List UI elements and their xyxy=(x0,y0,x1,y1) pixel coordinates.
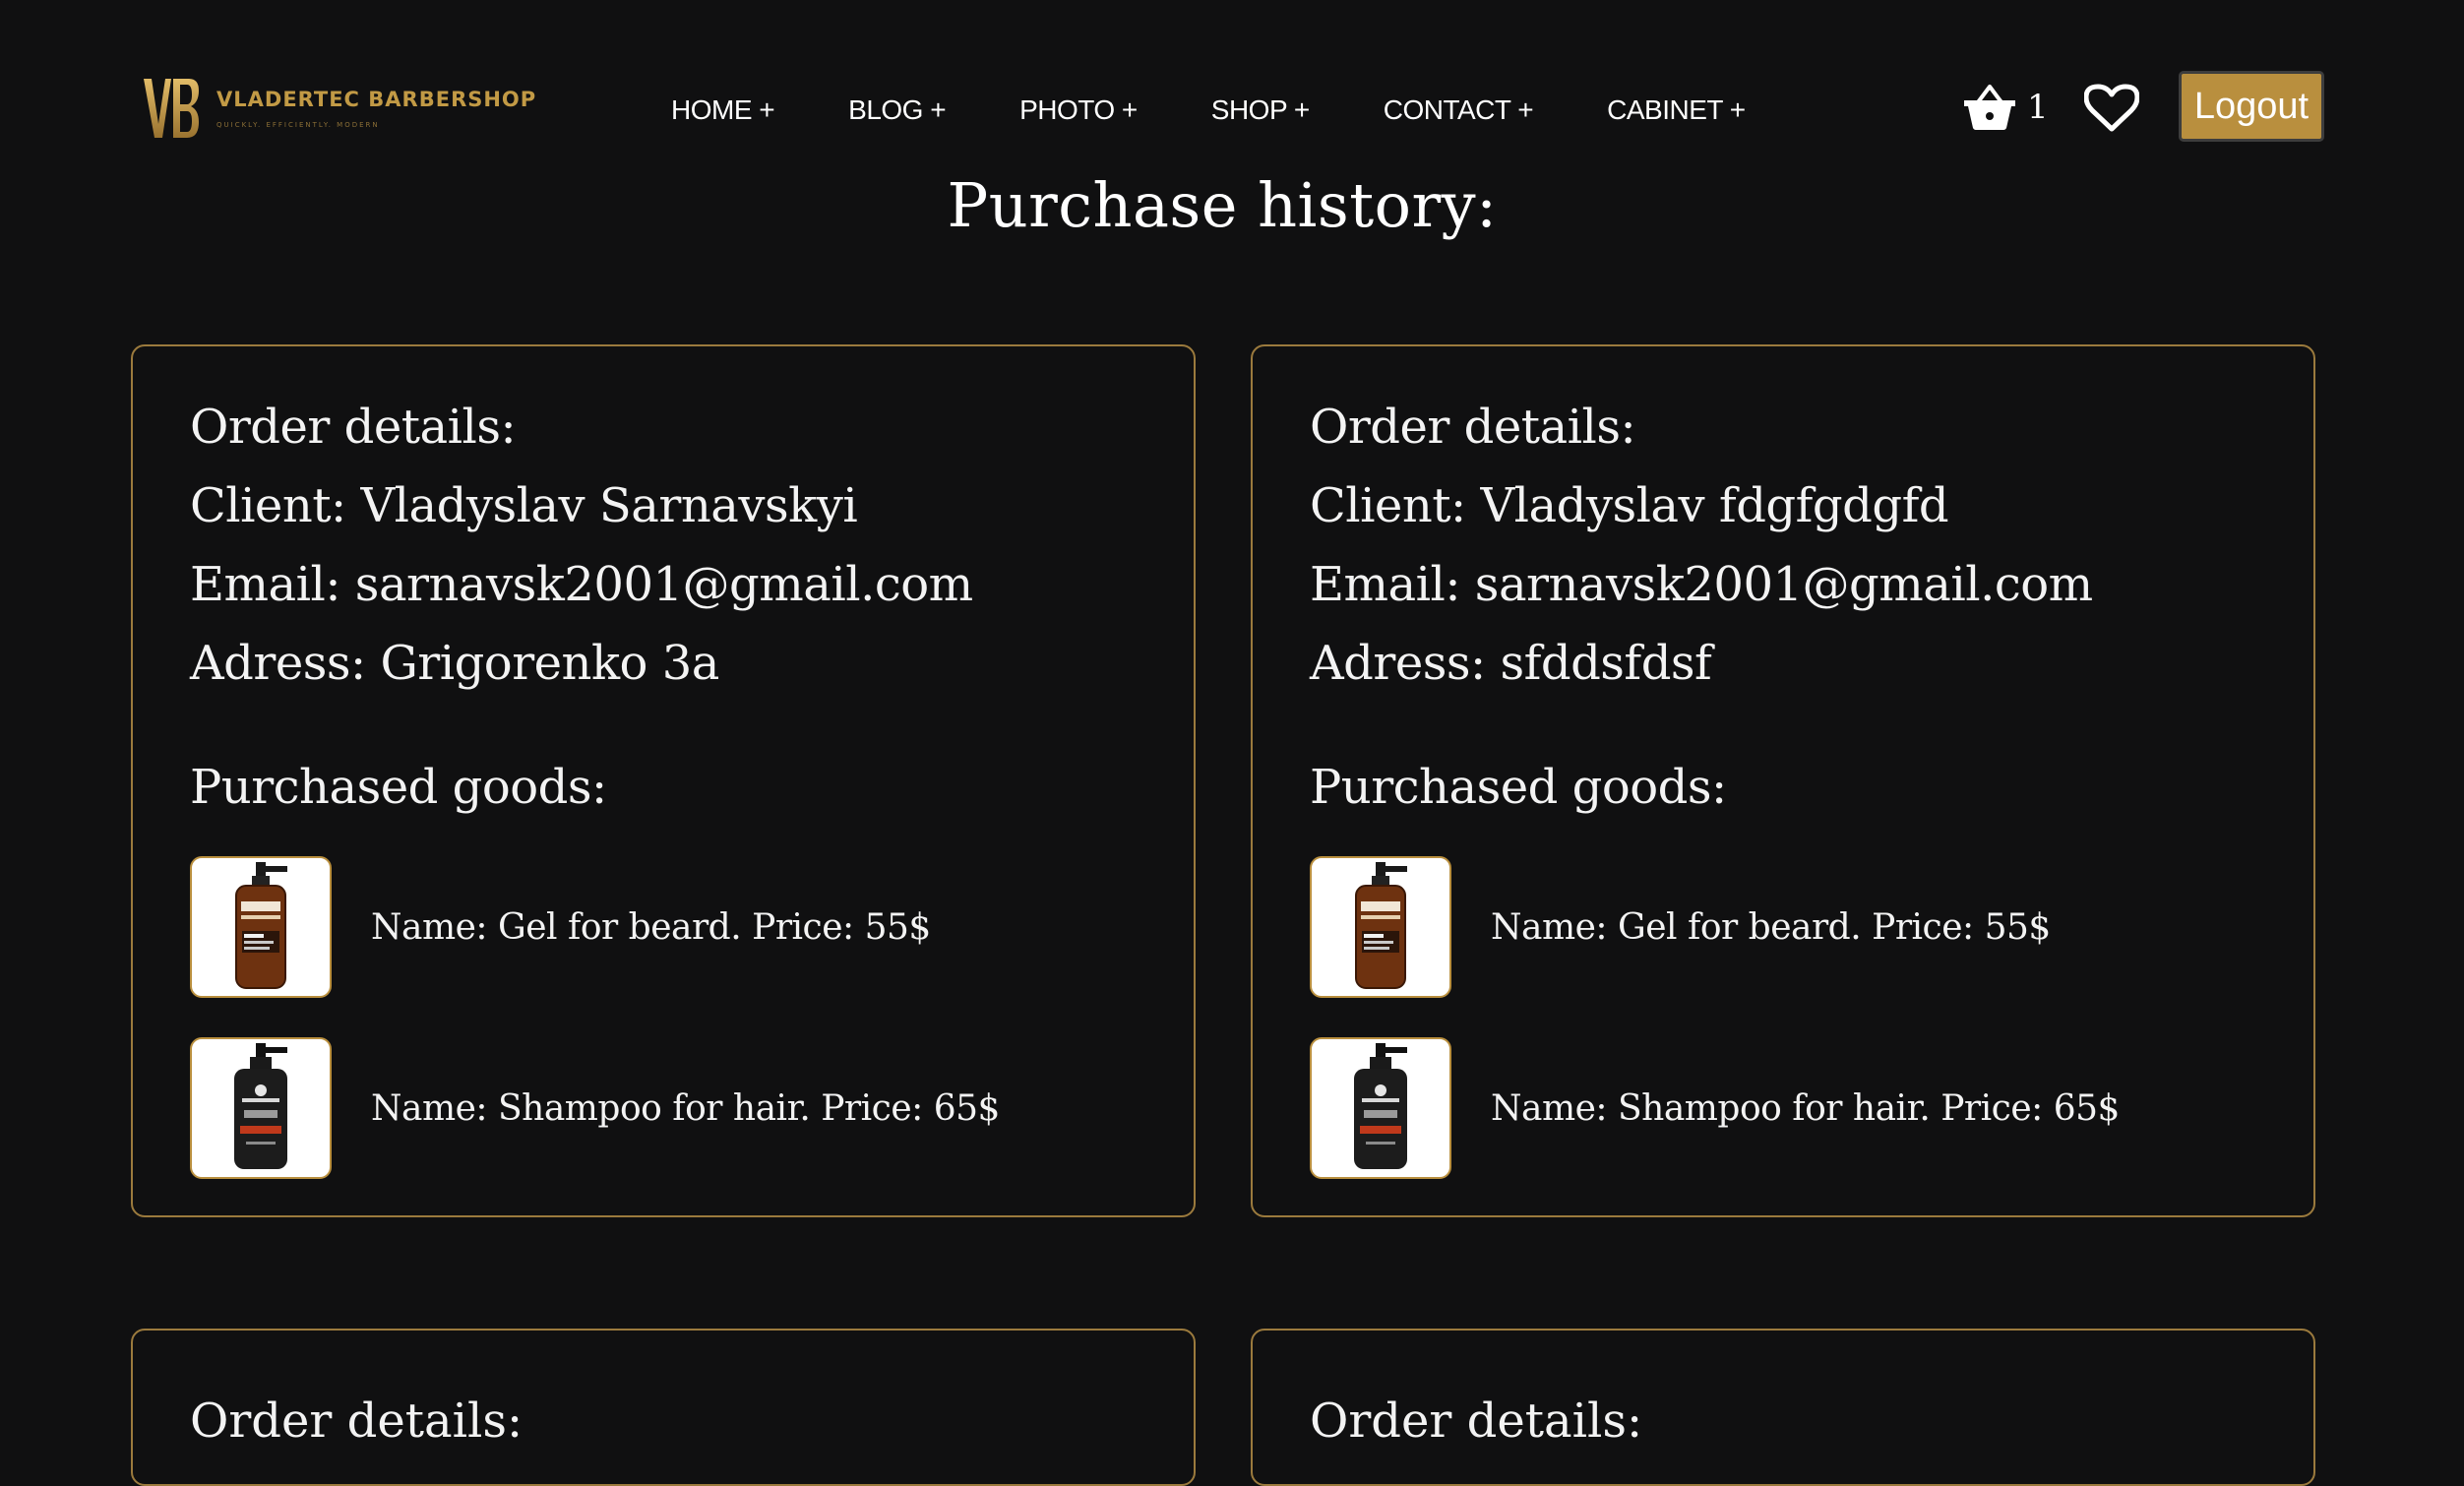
order-details-title: Order details: xyxy=(190,1393,524,1449)
order-details: Order details: Client: Vladyslav Sarnavs… xyxy=(190,388,973,703)
purchased-good-item: Name: Gel for beard. Price: 55$ xyxy=(190,856,1000,998)
brand-name: VLADERTEC BARBERSHOP xyxy=(216,88,537,111)
beard-gel-image[interactable] xyxy=(190,856,332,998)
purchased-good-item: Name: Shampoo for hair. Price: 65$ xyxy=(1310,1037,2120,1179)
brand-logo[interactable]: VLADERTEC BARBERSHOP QUICKLY. EFFICIENTL… xyxy=(142,77,536,140)
heart-icon[interactable] xyxy=(2084,83,2139,134)
logout-button[interactable]: Logout xyxy=(2179,71,2324,142)
nav-contact[interactable]: CONTACT + xyxy=(1384,94,1534,126)
purchased-goods-title: Purchased goods: xyxy=(1310,760,1727,815)
order-details-title: Order details: xyxy=(190,400,517,455)
order-details-title: Order details: xyxy=(1310,400,1636,455)
nav-blog[interactable]: BLOG + xyxy=(848,94,946,126)
order-client: Client: Vladyslav fdgfgdgfd xyxy=(1310,478,1949,533)
beard-gel-image[interactable] xyxy=(1310,856,1451,998)
purchased-goods-list: Name: Gel for beard. Price: 55$ Name: Sh… xyxy=(190,856,1000,1218)
purchased-goods-list: Name: Gel for beard. Price: 55$ Name: Sh… xyxy=(1310,856,2120,1218)
order-card: Order details: xyxy=(1251,1329,2315,1486)
purchased-good-text: Name: Shampoo for hair. Price: 65$ xyxy=(1491,1087,2120,1129)
nav-shop[interactable]: SHOP + xyxy=(1211,94,1310,126)
order-address: Adress: sfddsfdsf xyxy=(1310,636,1712,691)
order-details-title: Order details: xyxy=(1310,1393,1643,1449)
order-email: Email: sarnavsk2001@gmail.com xyxy=(190,557,973,612)
nav-photo[interactable]: PHOTO + xyxy=(1019,94,1138,126)
order-card: Order details: Client: Vladyslav Sarnavs… xyxy=(131,344,1196,1217)
purchased-good-text: Name: Gel for beard. Price: 55$ xyxy=(371,906,931,948)
nav-cabinet[interactable]: CABINET + xyxy=(1607,94,1746,126)
main-nav: HOME + BLOG + PHOTO + SHOP + CONTACT + C… xyxy=(671,91,1819,130)
purchased-good-text: Name: Shampoo for hair. Price: 65$ xyxy=(371,1087,1000,1129)
site-header: VLADERTEC BARBERSHOP QUICKLY. EFFICIENTL… xyxy=(0,0,2464,177)
order-details: Order details: Client: Vladyslav fdgfgdg… xyxy=(1310,388,2093,703)
order-card: Order details: Client: Vladyslav fdgfgdg… xyxy=(1251,344,2315,1217)
order-client: Client: Vladyslav Sarnavskyi xyxy=(190,478,858,533)
vb-monogram-icon xyxy=(144,79,199,138)
purchased-good-item: Name: Shampoo for hair. Price: 65$ xyxy=(190,1037,1000,1179)
order-card: Order details: xyxy=(131,1329,1196,1486)
basket-button[interactable]: 1 xyxy=(1962,83,2049,132)
brand-tagline: QUICKLY. EFFICIENTLY. MODERN xyxy=(216,121,380,129)
hair-shampoo-image[interactable] xyxy=(1310,1037,1451,1179)
basket-icon xyxy=(1964,85,2015,130)
hair-shampoo-image[interactable] xyxy=(190,1037,332,1179)
page-title: Purchase history: xyxy=(947,169,1498,241)
order-email: Email: sarnavsk2001@gmail.com xyxy=(1310,557,2093,612)
purchased-goods-title: Purchased goods: xyxy=(190,760,607,815)
brand-text: VLADERTEC BARBERSHOP QUICKLY. EFFICIENTL… xyxy=(216,88,536,129)
basket-count: 1 xyxy=(2027,88,2049,127)
purchased-good-text: Name: Gel for beard. Price: 55$ xyxy=(1491,906,2051,948)
nav-home[interactable]: HOME + xyxy=(671,94,775,126)
purchased-good-item: Name: Gel for beard. Price: 55$ xyxy=(1310,856,2120,998)
order-address: Adress: Grigorenko 3a xyxy=(190,636,719,691)
